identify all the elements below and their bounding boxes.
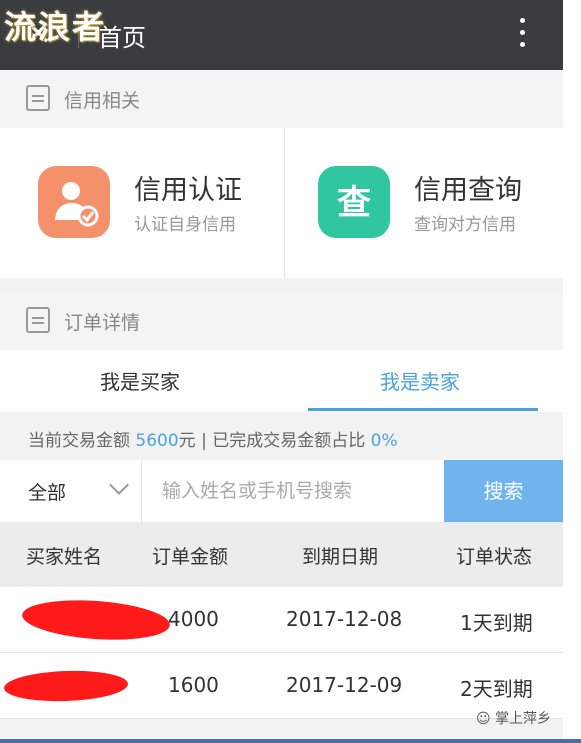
credit-query-title: 信用查询: [414, 175, 522, 206]
summary-percent: 0%: [370, 431, 398, 451]
query-icon-glyph: 查: [337, 183, 371, 223]
bottom-edge: [0, 739, 581, 743]
order-status: 1天到期: [460, 611, 533, 635]
summary-prefix: 当前交易金额: [28, 431, 130, 451]
summary-unit: 元 | 已完成交易金额占比: [178, 431, 366, 451]
column-header: 到期日期: [302, 546, 379, 568]
order-section-label: 订单详情: [64, 312, 141, 334]
column-header: 订单金额: [152, 546, 229, 568]
credit-panel: 信用认证 认证自身信用 查 信用查询 查询对方信用: [0, 128, 563, 278]
card-divider: [284, 128, 285, 278]
user-check-icon: [38, 166, 110, 238]
document-icon: [26, 85, 50, 111]
transaction-summary: 当前交易金额 5600元 | 已完成交易金额占比 0%: [28, 426, 398, 451]
credit-verify-subtitle: 认证自身信用: [134, 215, 236, 235]
redacted-name: [3, 668, 129, 704]
table-row[interactable]: 4000 2017-12-08 1天到期: [0, 587, 563, 653]
chevron-down-icon[interactable]: [109, 475, 129, 495]
due-date: 2017-12-08: [286, 607, 403, 631]
more-options-icon[interactable]: [520, 18, 526, 52]
filter-select[interactable]: 全部: [28, 478, 66, 505]
summary-amount: 5600: [135, 431, 179, 451]
order-amount: 4000: [168, 607, 219, 631]
order-status: 2天到期: [460, 677, 533, 701]
tab-seller[interactable]: 我是卖家: [380, 366, 460, 395]
screen-edge: [563, 0, 581, 743]
due-date: 2017-12-09: [286, 673, 403, 697]
column-header: 买家姓名: [26, 546, 103, 568]
redacted-name: [20, 595, 172, 645]
footer-watermark: ☺ 掌上萍乡: [476, 708, 551, 728]
search-button[interactable]: 搜索: [444, 460, 563, 522]
credit-query-subtitle: 查询对方信用: [414, 215, 516, 235]
role-tabs: 我是买家 我是卖家: [0, 350, 563, 412]
search-input[interactable]: [142, 460, 444, 522]
credit-verify-title: 信用认证: [134, 175, 242, 206]
column-header: 订单状态: [456, 546, 533, 568]
order-section-header: 订单详情: [0, 292, 563, 348]
order-amount: 1600: [168, 673, 219, 697]
footer-watermark-text: 掌上萍乡: [495, 711, 552, 727]
wechat-icon: ☺: [476, 711, 491, 727]
tab-buyer[interactable]: 我是买家: [100, 366, 180, 395]
credit-section-label: 信用相关: [64, 90, 141, 112]
query-icon: 查: [318, 166, 390, 238]
search-bar: 全部 搜索: [0, 460, 563, 522]
active-tab-indicator: [308, 408, 538, 411]
table-header: 买家姓名 订单金额 到期日期 订单状态: [0, 522, 563, 586]
clipboard-icon: [26, 307, 50, 333]
credit-section-header: 信用相关: [0, 70, 563, 126]
watermark-text: 流浪者: [4, 8, 107, 46]
